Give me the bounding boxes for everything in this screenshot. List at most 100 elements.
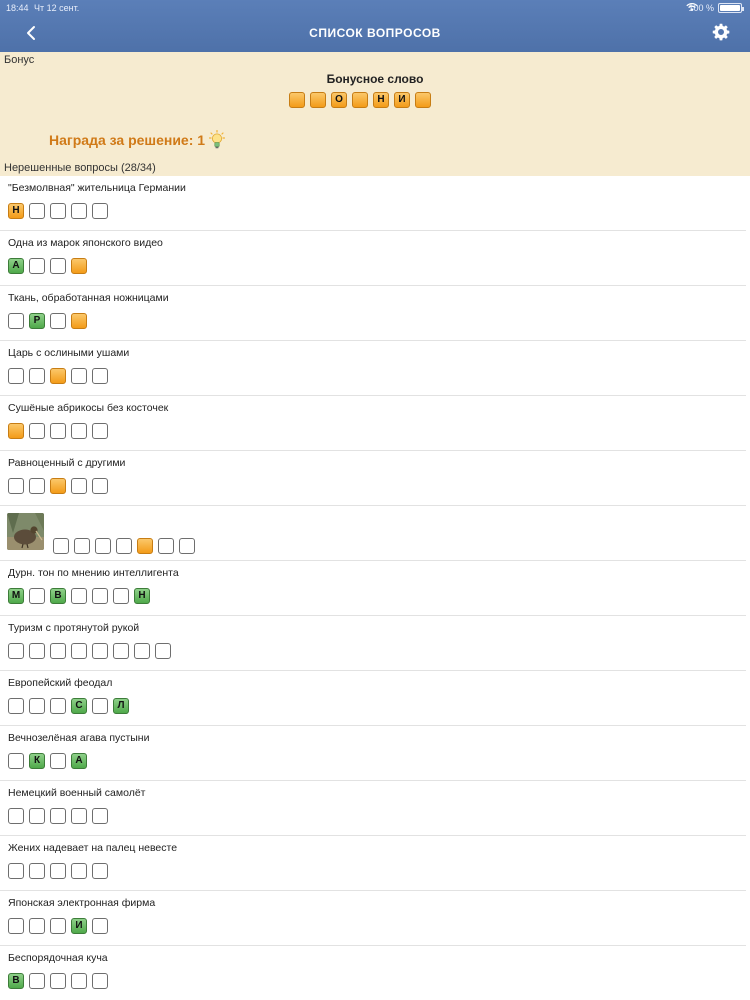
bonus-word-cells: О НИ — [289, 92, 431, 108]
question-text: Японская электронная фирма — [8, 897, 156, 909]
letter-cell-empty — [50, 423, 66, 439]
letter-cell-empty — [92, 808, 108, 824]
answer-cells: СЛ — [8, 698, 129, 714]
question-text: Европейский феодал — [8, 677, 113, 689]
letter-cell-empty — [71, 478, 87, 494]
answer-cells — [8, 368, 108, 384]
letter-cell-empty — [50, 863, 66, 879]
question-row[interactable]: Равноценный с другими — [0, 451, 746, 506]
letter-cell-empty — [29, 368, 45, 384]
letter-cell-empty — [29, 203, 45, 219]
navigation-bar: 18:44 Чт 12 сент. 100 % СПИСОК ВОПРОСОВ — [0, 0, 750, 52]
letter-cell-orange: Н — [8, 203, 24, 219]
letter-cell-empty — [71, 863, 87, 879]
letter-cell-empty — [29, 423, 45, 439]
letter-cell-green: И — [71, 918, 87, 934]
answer-cells — [8, 423, 108, 439]
letter-cell-empty — [50, 203, 66, 219]
question-text: Немецкий военный самолёт — [8, 787, 146, 799]
bonus-panel[interactable]: Бонус Бонусное слово О НИ Награда за реше… — [0, 52, 750, 160]
letter-cell-empty — [92, 698, 108, 714]
letter-cell-green: В — [8, 973, 24, 989]
letter-cell-green: Н — [134, 588, 150, 604]
letter-cell-orange — [289, 92, 305, 108]
question-row[interactable]: "Безмолвная" жительница Германии Н — [0, 176, 746, 231]
battery-icon — [718, 3, 744, 13]
letter-cell-empty — [29, 698, 45, 714]
letter-cell-empty — [92, 588, 108, 604]
question-text: Одна из марок японского видео — [8, 237, 163, 249]
status-date: Чт 12 сент. — [34, 3, 80, 13]
reward-label: Награда за решение: 1 — [49, 132, 206, 148]
letter-cell-empty — [29, 918, 45, 934]
letter-cell-empty — [53, 538, 69, 554]
question-row[interactable]: Вечнозелёная агава пустыни К А — [0, 726, 746, 781]
letter-cell-orange — [310, 92, 326, 108]
question-row[interactable]: Немецкий военный самолёт — [0, 781, 746, 836]
letter-cell-empty — [113, 643, 129, 659]
letter-cell-orange — [50, 478, 66, 494]
letter-cell-empty — [134, 643, 150, 659]
question-row[interactable]: Ткань, обработанная ножницами Р — [0, 286, 746, 341]
question-text: "Безмолвная" жительница Германии — [8, 182, 186, 194]
letter-cell-orange — [71, 258, 87, 274]
letter-cell-empty — [8, 753, 24, 769]
letter-cell-orange — [137, 538, 153, 554]
letter-cell-empty — [95, 538, 111, 554]
letter-cell-empty — [71, 643, 87, 659]
letter-cell-empty — [29, 808, 45, 824]
bonus-word-title: Бонусное слово — [326, 72, 424, 86]
question-text: Сушёные абрикосы без косточек — [8, 402, 169, 414]
question-image — [7, 513, 44, 550]
letter-cell-empty — [29, 643, 45, 659]
letter-cell-empty — [8, 368, 24, 384]
letter-cell-empty — [92, 203, 108, 219]
letter-cell-empty — [8, 478, 24, 494]
question-list: "Безмолвная" жительница Германии Н Одна из… — [0, 176, 750, 1000]
letter-cell-empty — [92, 918, 108, 934]
letter-cell-empty — [50, 698, 66, 714]
letter-cell-empty — [71, 423, 87, 439]
letter-cell-orange — [352, 92, 368, 108]
question-row[interactable]: Беспорядочная куча В — [0, 946, 746, 1000]
answer-cells: Р — [8, 313, 87, 329]
letter-cell-green: А — [8, 258, 24, 274]
question-row[interactable]: Дурн. тон по мнению интеллигента М В Н — [0, 561, 746, 616]
letter-cell-empty — [8, 808, 24, 824]
question-row[interactable]: Жених надевает на палец невесте — [0, 836, 746, 891]
letter-cell-empty — [92, 368, 108, 384]
answer-cells: А — [8, 258, 87, 274]
question-text: Беспорядочная куча — [8, 952, 108, 964]
question-row[interactable]: Сушёные абрикосы без косточек — [0, 396, 746, 451]
question-text: Ткань, обработанная ножницами — [8, 292, 169, 304]
question-row[interactable]: Царь с ослиными ушами — [0, 341, 746, 396]
letter-cell-empty — [158, 538, 174, 554]
answer-cells — [8, 808, 108, 824]
letter-cell-empty — [8, 313, 24, 329]
letter-cell-green: В — [50, 588, 66, 604]
lightbulb-icon — [209, 130, 226, 149]
answer-cells: МВН — [8, 588, 150, 604]
question-row[interactable]: Туризм с протянутой рукой — [0, 616, 746, 671]
question-text: Равноценный с другими — [8, 457, 126, 469]
answer-cells — [8, 643, 171, 659]
answer-cells — [8, 478, 108, 494]
letter-cell-green: С — [71, 698, 87, 714]
letter-cell-empty — [71, 973, 87, 989]
letter-cell-empty — [29, 258, 45, 274]
battery-percent: 100 % — [688, 3, 714, 13]
letter-cell-empty — [155, 643, 171, 659]
letter-cell-green: Л — [113, 698, 129, 714]
letter-cell-green: А — [71, 753, 87, 769]
letter-cell-empty — [71, 588, 87, 604]
question-row[interactable] — [0, 506, 746, 561]
answer-cells — [53, 538, 195, 554]
answer-cells: Н — [8, 203, 108, 219]
gear-icon[interactable] — [712, 23, 730, 41]
question-row[interactable]: Японская электронная фирма И — [0, 891, 746, 946]
question-row[interactable]: Европейский феодал С Л — [0, 671, 746, 726]
letter-cell-empty — [8, 918, 24, 934]
question-row[interactable]: Одна из марок японского видео А — [0, 231, 746, 286]
question-text: Дурн. тон по мнению интеллигента — [8, 567, 179, 579]
question-text: Туризм с протянутой рукой — [8, 622, 140, 634]
